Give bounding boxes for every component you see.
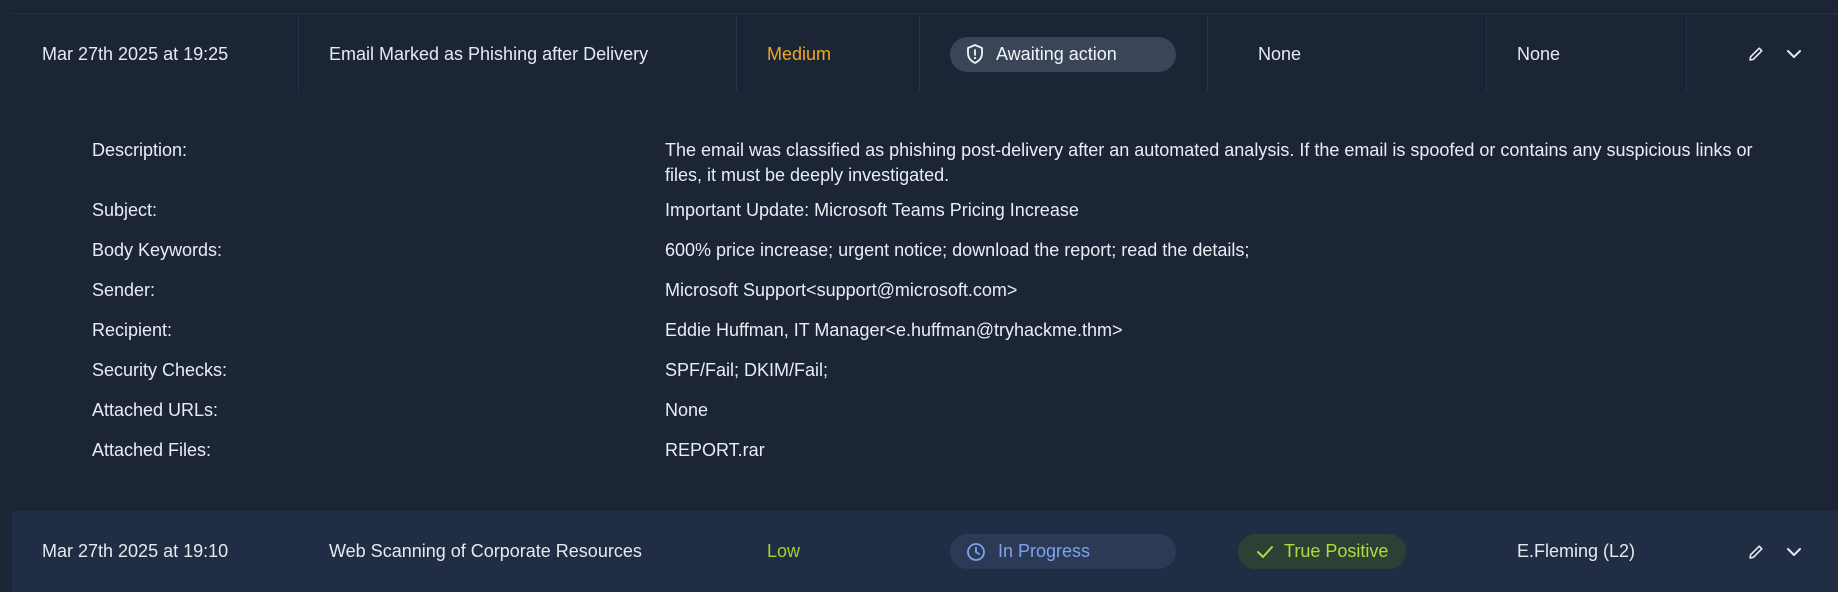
chevron-down-icon[interactable] — [1784, 44, 1804, 64]
severity-label: Low — [767, 541, 801, 561]
chevron-down-icon[interactable] — [1784, 542, 1804, 562]
attached-files-label: Attached Files: — [92, 440, 212, 460]
assignee-label: None — [1517, 43, 1561, 64]
status-label: Awaiting action — [996, 43, 1117, 64]
clock-icon — [966, 542, 986, 562]
alert-row[interactable]: Mar 27th 2025 at 19:10 Web Scanning of C… — [12, 511, 1838, 592]
severity-cell: Medium — [737, 16, 920, 92]
assignee-cell: E.Fleming (L2) — [1487, 511, 1687, 592]
sender-label: Sender: — [92, 280, 156, 300]
previous-row-edge — [12, 0, 1838, 14]
shield-icon — [966, 44, 984, 64]
row-actions — [1687, 16, 1838, 92]
sender-value: Microsoft Support<support@microsoft.com> — [665, 280, 1018, 300]
description-label: Description: — [92, 140, 188, 160]
status-cell: In Progress — [920, 511, 1208, 592]
attached-files-value: REPORT.rar — [665, 440, 765, 460]
recipient-label: Recipient: — [92, 320, 173, 340]
body-keywords-label: Body Keywords: — [92, 240, 223, 260]
assignee-cell: None — [1487, 16, 1687, 92]
edit-icon[interactable] — [1746, 44, 1766, 64]
status-label: In Progress — [998, 541, 1091, 561]
subject-value: Important Update: Microsoft Teams Pricin… — [665, 200, 1079, 220]
description-value: The email was classified as phishing pos… — [665, 140, 1753, 185]
verdict-cell: True Positive — [1208, 511, 1487, 592]
attached-urls-label: Attached URLs: — [92, 400, 219, 420]
subject-label: Subject: — [92, 200, 158, 220]
verdict-label: True Positive — [1284, 541, 1389, 561]
alert-row[interactable]: Mar 27th 2025 at 19:25 Email Marked as P… — [12, 16, 1838, 92]
alert-title: Email Marked as Phishing after Delivery — [299, 16, 737, 92]
severity-cell: Low — [737, 511, 920, 592]
attached-urls-value: None — [665, 400, 709, 420]
verdict-cell: None — [1208, 16, 1487, 92]
status-badge: Awaiting action — [950, 36, 1176, 72]
status-badge: In Progress — [950, 534, 1176, 569]
verdict-badge: True Positive — [1238, 534, 1407, 569]
check-icon — [1256, 544, 1274, 560]
body-keywords-value: 600% price increase; urgent notice; down… — [665, 240, 1250, 260]
recipient-value: Eddie Huffman, IT Manager<e.huffman@tryh… — [665, 320, 1123, 340]
alert-datetime: Mar 27th 2025 at 19:10 — [42, 541, 229, 561]
security-checks-label: Security Checks: — [92, 360, 228, 380]
alert-title: Web Scanning of Corporate Resources — [329, 541, 642, 561]
edit-icon[interactable] — [1746, 542, 1766, 562]
status-cell: Awaiting action — [920, 16, 1208, 92]
assignee-label: E.Fleming (L2) — [1517, 541, 1636, 561]
alerts-table: Mar 27th 2025 at 19:25 Email Marked as P… — [0, 0, 1838, 592]
severity-label: Medium — [767, 43, 832, 64]
alert-details-panel: Description: The email was classified as… — [12, 92, 1838, 511]
row-actions — [1687, 511, 1838, 592]
security-checks-value: SPF/Fail; DKIM/Fail; — [665, 360, 829, 380]
alert-datetime: Mar 27th 2025 at 19:25 — [12, 16, 299, 92]
verdict-label: None — [1258, 43, 1302, 64]
